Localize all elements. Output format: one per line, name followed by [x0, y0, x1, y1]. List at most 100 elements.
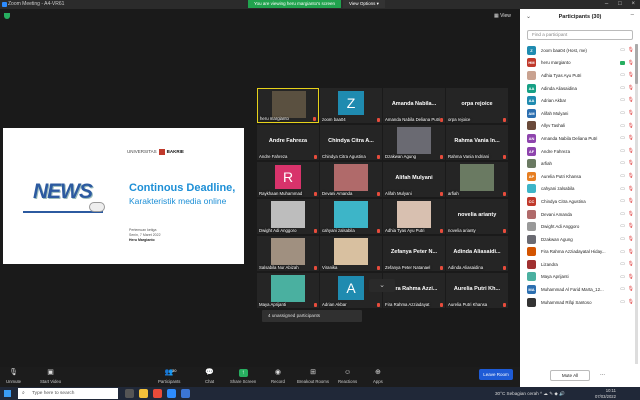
participant-list-item[interactable]: cahyani zalsabila ▭ 🎙	[520, 183, 640, 196]
gallery-scroll-down-button[interactable]: ⌄	[369, 279, 395, 292]
video-tile[interactable]: Adhia Tyas Ayu Putri	[383, 199, 445, 234]
participants-button[interactable]: 👥 30 Participants	[158, 368, 180, 384]
participant-search-input[interactable]: Find a participant	[527, 30, 633, 40]
participant-list-item[interactable]: AN Amanda Nabila Deliana Putri ▭ 🎙	[520, 132, 640, 145]
participant-photo	[334, 201, 368, 228]
muted-mic-icon: 🎙	[627, 286, 634, 293]
unmute-button[interactable]: 🎙 Unmute	[6, 369, 21, 384]
video-tile[interactable]: Rahma Vania In... Rahma Vania Indriani	[446, 125, 508, 160]
weather-tray[interactable]: 30°C Sebagian cerah ^ ☁ ✎ ◆ 🔊	[495, 387, 565, 400]
minimize-icon[interactable]: –	[605, 0, 608, 9]
tile-name-label: Amanda Nabila Deliana Putri	[385, 117, 441, 122]
video-tile[interactable]: Alifah Mulyani Alifah Mulyani	[383, 162, 445, 197]
video-tile[interactable]: Viranika	[320, 236, 382, 271]
video-tile[interactable]: R Raykhaan Muhammad	[257, 162, 319, 197]
video-tile[interactable]: Dzakwan Agung	[383, 125, 445, 160]
participant-list-item[interactable]: AA Adrian Akbar ▭ 🎙	[520, 94, 640, 107]
avatar	[527, 209, 536, 219]
apps-button[interactable]: ⊕ Apps	[373, 369, 383, 384]
muted-mic-icon: 🎙	[627, 147, 634, 154]
video-tile[interactable]: orpa rejoice orpa rejoice	[446, 88, 508, 123]
word-icon[interactable]	[181, 389, 190, 398]
participant-name: Chindya Citra Agustina	[541, 198, 586, 204]
participant-list-item[interactable]: Muhammad Rifqi Santoso ▭ 🎙	[520, 296, 640, 309]
security-shield-icon[interactable]	[4, 13, 10, 19]
video-tile[interactable]: Aurelia Putri Kh... Aurelia Putri Khansa	[446, 273, 508, 308]
share-screen-button[interactable]: ↑ Share Screen	[230, 369, 256, 384]
task-view-icon[interactable]	[125, 389, 134, 398]
participant-list-item[interactable]: Adhia Tyas Ayu Putri ▭ 🎙	[520, 69, 640, 82]
participant-list-item[interactable]: AF Andre Fahreza ▭ 🎙	[520, 145, 640, 158]
participant-list-item[interactable]: HM heru margianto 🎙	[520, 57, 640, 70]
participant-list-item[interactable]: Lizandra ▭ 🎙	[520, 258, 640, 271]
participant-list-item[interactable]: AP Aurelia Putri Khansa ▭ 🎙	[520, 170, 640, 183]
video-tile[interactable]: Zefanya Peter N... Zefanya Peter Natanael	[383, 236, 445, 271]
file-explorer-icon[interactable]	[139, 389, 148, 398]
participant-list-item[interactable]: AM Alifah Mulyani ▭ 🎙	[520, 107, 640, 120]
video-tile[interactable]: cahyani zalsabila	[320, 199, 382, 234]
video-tile[interactable]: heru margianto	[257, 88, 319, 123]
participant-list-item[interactable]: Dzakwan Agung ▭ 🎙	[520, 233, 640, 246]
windows-start-icon[interactable]	[4, 390, 11, 397]
video-tile[interactable]: Amanda Nabila... Amanda Nabila Deliana Pu…	[383, 88, 445, 123]
maximize-icon[interactable]: □	[618, 0, 622, 9]
video-tile[interactable]: Maya Aprijanti	[257, 273, 319, 308]
participant-list-item[interactable]: AA Adinda Aliasaidina ▭ 🎙	[520, 82, 640, 95]
participant-name: Maya Aprijanti	[541, 274, 569, 280]
tile-display-name: Alifah Mulyani	[395, 175, 433, 181]
video-tile[interactable]: arfiah	[446, 162, 508, 197]
view-options-button[interactable]: View Options ▾	[343, 0, 385, 8]
avatar	[527, 121, 536, 131]
video-tile[interactable]: Devani Amanda	[320, 162, 382, 197]
reactions-button[interactable]: ☺ Reactions	[338, 369, 357, 384]
muted-mic-icon	[377, 155, 380, 159]
video-tile[interactable]: Chindya Citra A... Chindya Citra Agustina	[320, 125, 382, 160]
zoom-taskbar-icon[interactable]	[167, 389, 176, 398]
video-tile[interactable]: Dwight Adi Anggoro	[257, 199, 319, 234]
video-tile[interactable]: Salsabila Nur Abizah	[257, 236, 319, 271]
record-button[interactable]: ◉ Record	[271, 369, 285, 384]
leave-room-button[interactable]: Leave Room	[479, 369, 513, 380]
participant-photo	[271, 275, 305, 302]
chat-button[interactable]: 💬 Chat	[205, 369, 214, 384]
participant-list-item[interactable]: Zzoom baa04 (Host, me) ▭ 🎙	[520, 44, 640, 57]
participant-name: Muhammad Al Farid Marta_12...	[541, 287, 604, 293]
avatar	[527, 247, 536, 257]
tile-name-label: Viranika	[322, 265, 338, 270]
participant-list-scrollbar[interactable]	[635, 44, 638, 364]
participant-list-item[interactable]: Devani Amanda ▭ 🎙	[520, 208, 640, 221]
panel-more-button[interactable]: ...	[600, 371, 605, 377]
start-video-button[interactable]: ▣ Start Video	[40, 369, 61, 384]
tile-display-name: Rahma Vania In...	[454, 138, 500, 144]
scrollbar-thumb[interactable]	[635, 44, 638, 84]
tile-name-label: Dwight Adi Anggoro	[259, 228, 297, 233]
participant-list: Zzoom baa04 (Host, me) ▭ 🎙 HM heru margianto…	[520, 44, 640, 364]
tile-name-label: cahyani zalsabila	[322, 228, 355, 233]
tile-name-label: Dzakwan Agung	[385, 154, 417, 159]
system-clock[interactable]: 10:11 07/03/2022	[595, 388, 616, 399]
mute-all-button[interactable]: Mute All	[550, 370, 590, 381]
video-tile[interactable]: Zzoom baa04	[320, 88, 382, 123]
close-icon[interactable]: ×	[632, 0, 636, 9]
apps-label: Apps	[373, 379, 383, 384]
taskbar-search-input[interactable]: Type here to search	[18, 388, 118, 399]
view-button[interactable]: ▦ View	[494, 13, 511, 19]
slide-meta-author: Heru Margianto	[129, 238, 155, 242]
chrome-icon[interactable]	[153, 389, 162, 398]
unassigned-participants[interactable]: 4 unassigned participants	[262, 310, 362, 322]
participant-list-item[interactable]: Fira Rahma Azziadayatal Hiday... ▭ 🎙	[520, 246, 640, 259]
participant-list-item[interactable]: Allyv Tashali ▭ 🎙	[520, 120, 640, 133]
video-off-icon: ▭	[620, 84, 625, 91]
muted-mic-icon	[440, 118, 443, 122]
participant-list-item[interactable]: MA Muhammad Al Farid Marta_12... ▭ 🎙	[520, 283, 640, 296]
participant-list-item[interactable]: Maya Aprijanti ▭ 🎙	[520, 271, 640, 284]
participant-list-item[interactable]: CC Chindya Citra Agustina ▭ 🎙	[520, 195, 640, 208]
breakout-rooms-button[interactable]: ⊞ Breakout Rooms	[297, 369, 329, 384]
participant-list-item[interactable]: Dwight Adi Anggoro ▭ 🎙	[520, 220, 640, 233]
video-tile[interactable]: Andre Fahreza Andre Fahreza	[257, 125, 319, 160]
video-tile[interactable]: novelia arianty novelia arianty	[446, 199, 508, 234]
video-tile[interactable]: Adinda Aliasaidi... Adinda Aliasaidina	[446, 236, 508, 271]
participant-name: Adhia Tyas Ayu Putri	[541, 72, 582, 78]
participant-list-item[interactable]: arfiah ▭ 🎙	[520, 157, 640, 170]
panel-minimize-icon[interactable]: –	[631, 12, 634, 18]
